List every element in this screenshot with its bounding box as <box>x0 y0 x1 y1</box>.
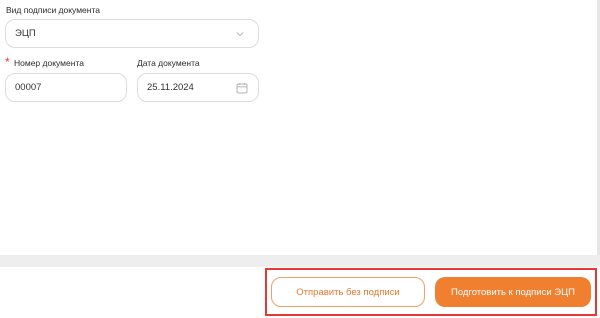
send-without-signature-button[interactable]: Отправить без подписи <box>271 277 425 307</box>
doc-number-input[interactable]: 00007 <box>5 73 127 102</box>
doc-number-value: 00007 <box>15 82 42 93</box>
document-form-panel: Вид подписи документа ЭЦП * Номер докуме… <box>0 0 600 255</box>
required-asterisk: * <box>5 55 10 69</box>
doc-date-value: 25.11.2024 <box>147 82 194 93</box>
doc-number-label: Номер документа <box>14 58 84 68</box>
signature-type-label: Вид подписи документа <box>6 5 100 15</box>
doc-date-input[interactable]: 25.11.2024 <box>137 73 259 102</box>
prepare-for-signing-button[interactable]: Подготовить к подписи ЭЦП <box>435 277 591 307</box>
calendar-icon[interactable] <box>236 82 248 94</box>
signature-type-select[interactable]: ЭЦП <box>5 19 259 48</box>
doc-date-label: Дата документа <box>137 58 200 68</box>
chevron-down-icon <box>236 31 244 36</box>
signature-type-value: ЭЦП <box>15 28 36 39</box>
panel-divider <box>0 255 600 267</box>
